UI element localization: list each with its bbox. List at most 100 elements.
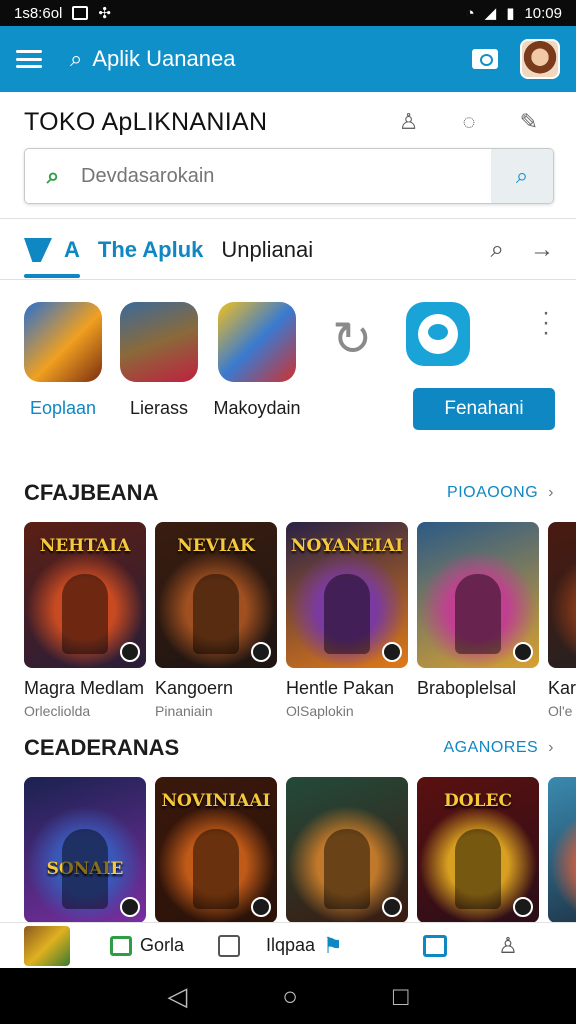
nav-item-apps[interactable]: Gorla: [110, 923, 218, 968]
search-input[interactable]: [81, 164, 491, 188]
game-icon-hero: [218, 302, 296, 382]
game-card-subtitle: Ol'e: [548, 703, 573, 719]
game-card[interactable]: NEVIAK Kangoern Pinaniain: [155, 522, 277, 719]
video-badge-icon: [382, 642, 402, 662]
system-nav-bar: ◁ ○ □: [0, 968, 576, 1024]
game-card[interactable]: NEHTAIA Magra Medlam Orlecliolda: [24, 522, 146, 719]
profile-icon: ♙: [498, 932, 518, 958]
settings-notification-icon: ✣: [98, 5, 111, 22]
store-logo-icon: [24, 238, 52, 262]
video-badge-icon: [382, 897, 402, 917]
see-more-link[interactable]: AGANORES ›: [443, 739, 554, 757]
character-figure: [193, 574, 239, 654]
tablet-icon: [218, 934, 240, 957]
quick-app[interactable]: Makoydain: [212, 302, 302, 419]
search-box: ⌕ ⌕: [24, 148, 554, 204]
game-card[interactable]: NOYANEIAI Hentle Pakan OlSaplokin: [286, 522, 408, 719]
menu-icon[interactable]: [16, 50, 42, 68]
video-badge-icon: [251, 897, 271, 917]
search-icon: ⌕: [46, 163, 60, 188]
quick-app-label: Eoplaan: [29, 398, 97, 418]
game-card[interactable]: DOLEC: [417, 777, 539, 923]
divider: [0, 218, 576, 219]
tab-a[interactable]: A: [64, 237, 80, 263]
game-card-art-title: NEVIAK: [177, 536, 255, 556]
character-figure: [193, 829, 239, 909]
game-icon-monkey: [24, 302, 102, 382]
library-icon: [423, 934, 447, 957]
see-more-link[interactable]: PIOAOONG ›: [447, 484, 554, 502]
game-card-art-title: NOVINIAAI: [161, 791, 271, 811]
game-card-art: NEHTAIA: [24, 522, 146, 668]
game-card-art: NEVIAK: [155, 522, 277, 668]
nav-label: Gorla: [140, 935, 185, 955]
game-card[interactable]: NOVINIAAI: [155, 777, 277, 923]
recents-icon[interactable]: □: [393, 981, 409, 1012]
game-card[interactable]: [548, 777, 576, 923]
game-icon-soldier: [120, 302, 198, 382]
section-header: CEADERANAS AGANORES ›: [24, 733, 554, 763]
chat-icon[interactable]: ◌: [462, 109, 475, 135]
video-badge-icon: [120, 897, 140, 917]
tab-unplianai[interactable]: Unplianai: [221, 237, 313, 263]
section-title: CEADERANAS: [24, 735, 180, 760]
quick-app[interactable]: Lierass: [114, 302, 204, 419]
game-card-art: SONAIE: [24, 777, 146, 923]
game-card[interactable]: SONAIE: [24, 777, 146, 923]
search-icon: ⌕: [515, 163, 529, 188]
quick-app-label: Lierass: [129, 398, 189, 418]
search-button[interactable]: ⌕: [491, 149, 553, 203]
wifi-icon: ◔: [465, 4, 475, 22]
see-more-label: AGANORES: [443, 739, 539, 756]
page-title: TOKO ApLIKNANIAN: [24, 107, 268, 136]
quick-app[interactable]: Eoplaan: [18, 302, 108, 419]
nav-item-tablet[interactable]: [218, 923, 262, 968]
game-card[interactable]: [286, 777, 408, 923]
primary-action-button[interactable]: Fenahani: [413, 388, 555, 430]
featured-app-icon[interactable]: [406, 302, 470, 366]
arrow-right-icon[interactable]: →: [530, 236, 554, 264]
app-bar-search-label: Aplik Uananea: [92, 46, 236, 71]
nav-item-game[interactable]: [0, 923, 110, 968]
video-badge-icon: [513, 897, 533, 917]
game-card[interactable]: Kar Ol'e: [548, 522, 576, 719]
video-badge-icon: [120, 642, 140, 662]
search-icon[interactable]: ⌕: [491, 236, 504, 264]
character-figure: [62, 574, 108, 654]
section-title: CFAJBEANA: [24, 480, 159, 505]
message-icon[interactable]: [472, 49, 498, 69]
chevron-right-icon: ›: [548, 484, 554, 501]
video-badge-icon: [251, 642, 271, 662]
back-icon[interactable]: ◁: [167, 981, 187, 1012]
game-card[interactable]: Braboplelsal: [417, 522, 539, 699]
game-card-title: Kangoern: [155, 678, 234, 698]
battery-icon: ▮: [506, 5, 515, 22]
refresh-icon[interactable]: ↻: [324, 312, 380, 368]
character-figure: [455, 574, 501, 654]
game-card-art: [548, 777, 576, 923]
apps-icon: [110, 935, 132, 956]
home-icon[interactable]: ○: [282, 981, 298, 1012]
game-card-art-title: NEHTAIA: [39, 536, 131, 556]
more-options-icon[interactable]: · · ·: [542, 301, 550, 345]
account-icon[interactable]: ♙: [399, 109, 419, 135]
tag-icon[interactable]: ✎: [520, 109, 538, 135]
app-bar-search[interactable]: ⌕ Aplik Uananea: [70, 46, 472, 72]
game-card-art: [417, 522, 539, 668]
search-icon: ⌕: [70, 46, 83, 71]
character-figure: [62, 829, 108, 909]
nav-item-bookmark[interactable]: Ilqpaa ⚑: [262, 923, 392, 968]
game-card-art: NOYANEIAI: [286, 522, 408, 668]
game-card-art: DOLEC: [417, 777, 539, 923]
tab-the-apluk[interactable]: The Apluk: [98, 237, 204, 263]
card-row: NEHTAIA Magra Medlam Orlecliolda NEVIAK Kang…: [24, 522, 576, 722]
nav-item-library[interactable]: [392, 923, 478, 968]
character-figure: [324, 829, 370, 909]
store-header: TOKO ApLIKNANIAN ♙ ◌ ✎: [24, 96, 552, 148]
chevron-right-icon: ›: [548, 739, 554, 756]
nav-item-profile[interactable]: ♙: [478, 923, 538, 968]
game-card-title: Hentle Pakan: [286, 678, 395, 698]
avatar[interactable]: [520, 39, 560, 79]
video-badge-icon: [513, 642, 533, 662]
game-card-subtitle: OlSaplokin: [286, 703, 354, 719]
